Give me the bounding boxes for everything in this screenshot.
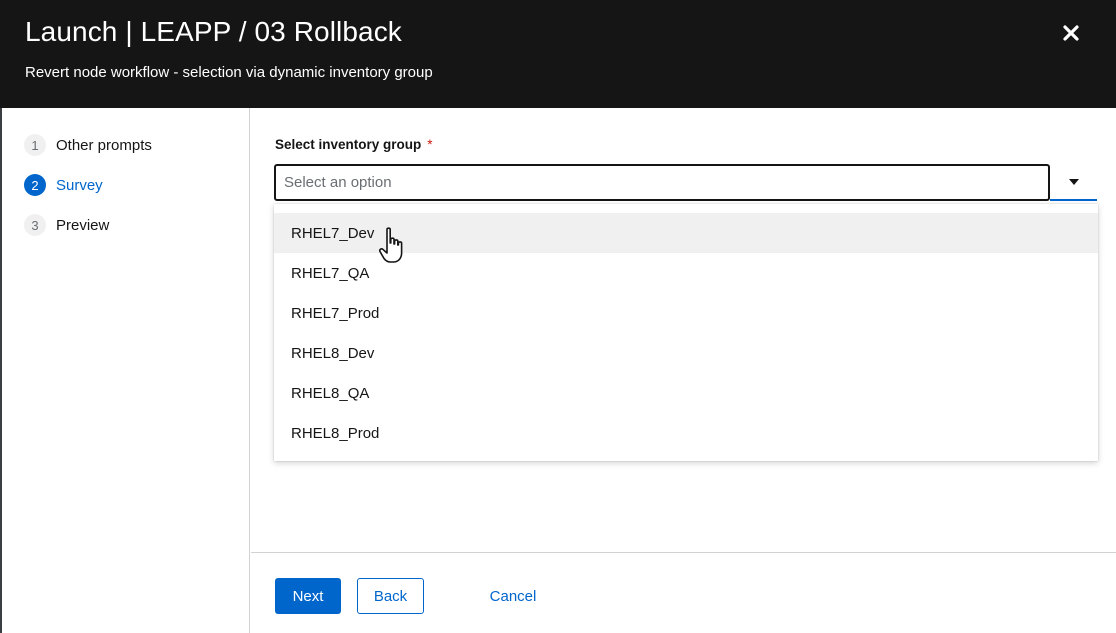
modal-subtitle: Revert node workflow - selection via dyn… [25,64,433,81]
nav-step-other-prompts[interactable]: 1 Other prompts [24,133,152,157]
field-label-text: Select inventory group [275,137,422,152]
option-rhel8-prod[interactable]: RHEL8_Prod [274,413,1098,453]
required-marker: * [427,137,433,152]
step-label: Preview [56,216,110,234]
step-label: Other prompts [56,136,152,154]
select-toggle-button[interactable] [1050,165,1097,201]
option-rhel7-dev[interactable]: RHEL7_Dev [274,213,1098,253]
nav-step-preview[interactable]: 3 Preview [24,213,109,237]
option-rhel7-qa[interactable]: RHEL7_QA [274,253,1098,293]
wizard-nav: 1 Other prompts 2 Survey 3 Preview [2,108,250,633]
select-dropdown-menu: RHEL7_Dev RHEL7_QA RHEL7_Prod RHEL8_Dev … [274,204,1098,461]
cancel-button[interactable]: Cancel [471,578,555,614]
field-label: Select inventory group * [275,137,433,152]
option-rhel8-qa[interactable]: RHEL8_QA [274,373,1098,413]
step-number: 3 [24,214,46,236]
inventory-group-select-input[interactable] [274,164,1050,201]
caret-down-icon [1068,179,1079,185]
close-button[interactable] [1058,20,1084,46]
option-rhel8-dev[interactable]: RHEL8_Dev [274,333,1098,373]
modal-title: Launch | LEAPP / 03 Rollback [25,16,402,47]
next-button[interactable]: Next [275,578,341,614]
close-icon [1063,25,1079,41]
wizard-footer: Next Back Cancel [251,552,1116,633]
step-label: Survey [56,176,103,194]
step-number: 2 [24,174,46,196]
back-button[interactable]: Back [357,578,424,614]
option-rhel7-prod[interactable]: RHEL7_Prod [274,293,1098,333]
modal-header: Launch | LEAPP / 03 Rollback Revert node… [0,0,1116,108]
step-number: 1 [24,134,46,156]
nav-step-survey[interactable]: 2 Survey [24,173,103,197]
